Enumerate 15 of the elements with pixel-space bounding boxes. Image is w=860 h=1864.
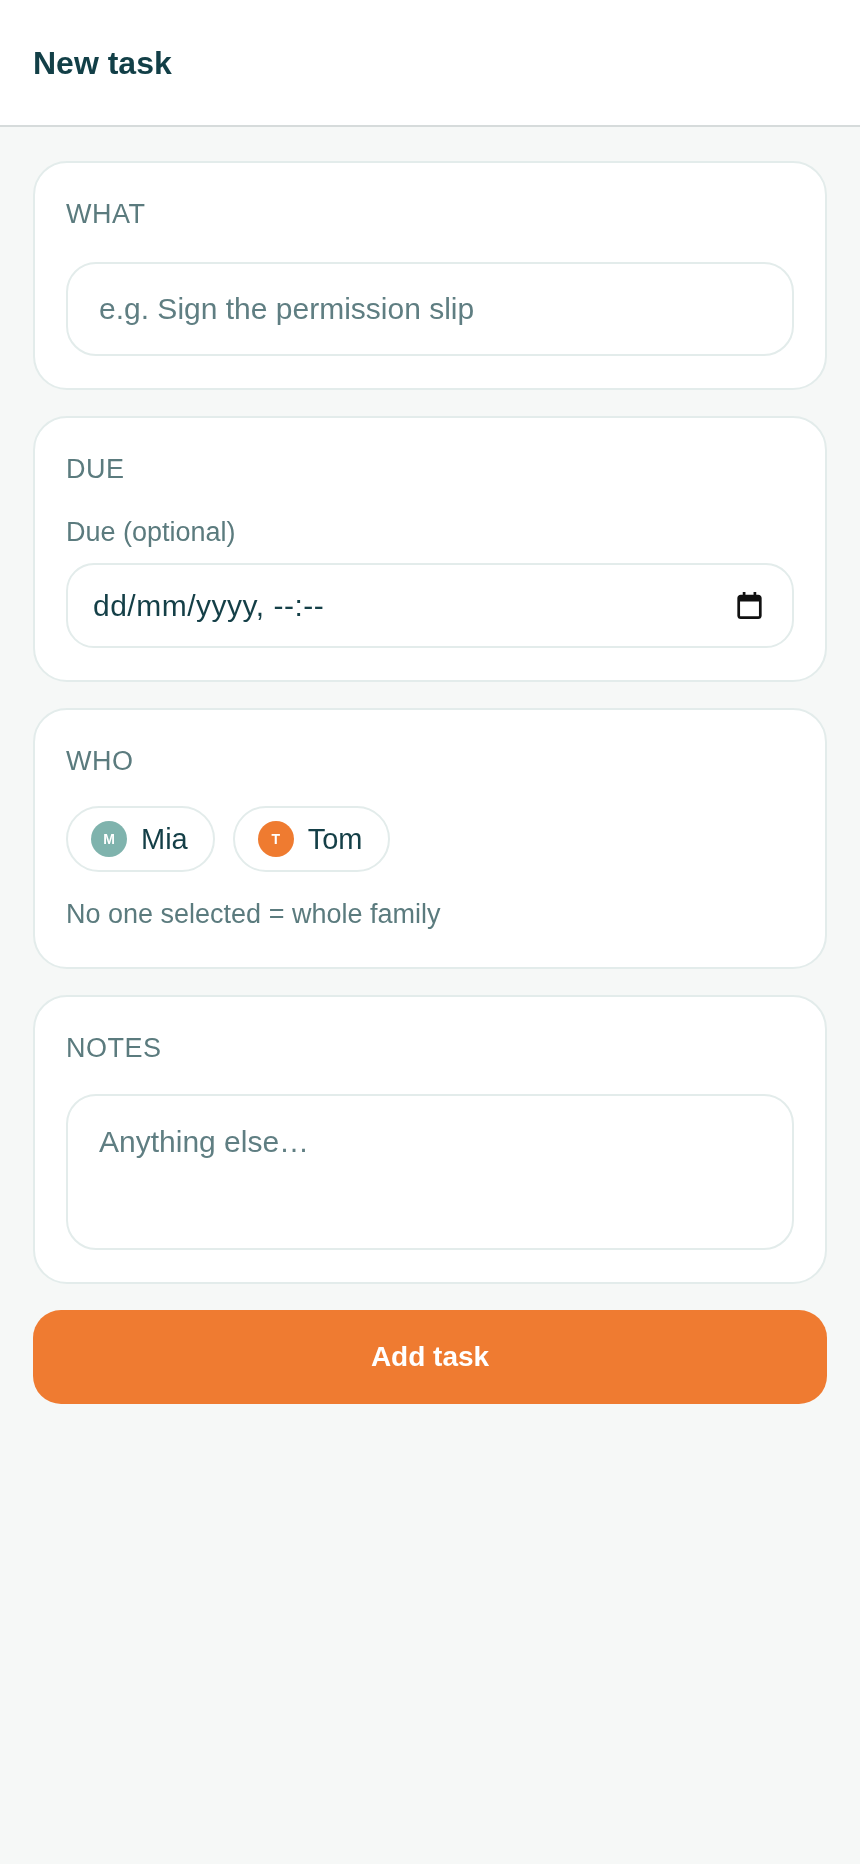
section-label: WHAT (66, 198, 146, 231)
calendar-icon[interactable] (737, 592, 762, 619)
page-title: New task (33, 43, 172, 83)
person-chip[interactable]: T Tom (232, 806, 390, 872)
field-label: Due (optional) (66, 516, 236, 549)
section-label: NOTES (66, 1032, 162, 1065)
hint-text: No one selected = whole family (66, 898, 441, 931)
date-time-field[interactable]: dd/mm/yyyy, --:-- (66, 563, 794, 648)
section-label: DUE (66, 453, 125, 486)
text-input-field[interactable]: e.g. Sign the permission slip (66, 262, 794, 356)
section-label: WHO (66, 745, 134, 778)
notes-field[interactable]: Anything else… (66, 1094, 794, 1250)
person-chip[interactable]: M Mia (66, 806, 215, 872)
avatar: M (91, 821, 127, 857)
avatar: T (257, 821, 294, 857)
